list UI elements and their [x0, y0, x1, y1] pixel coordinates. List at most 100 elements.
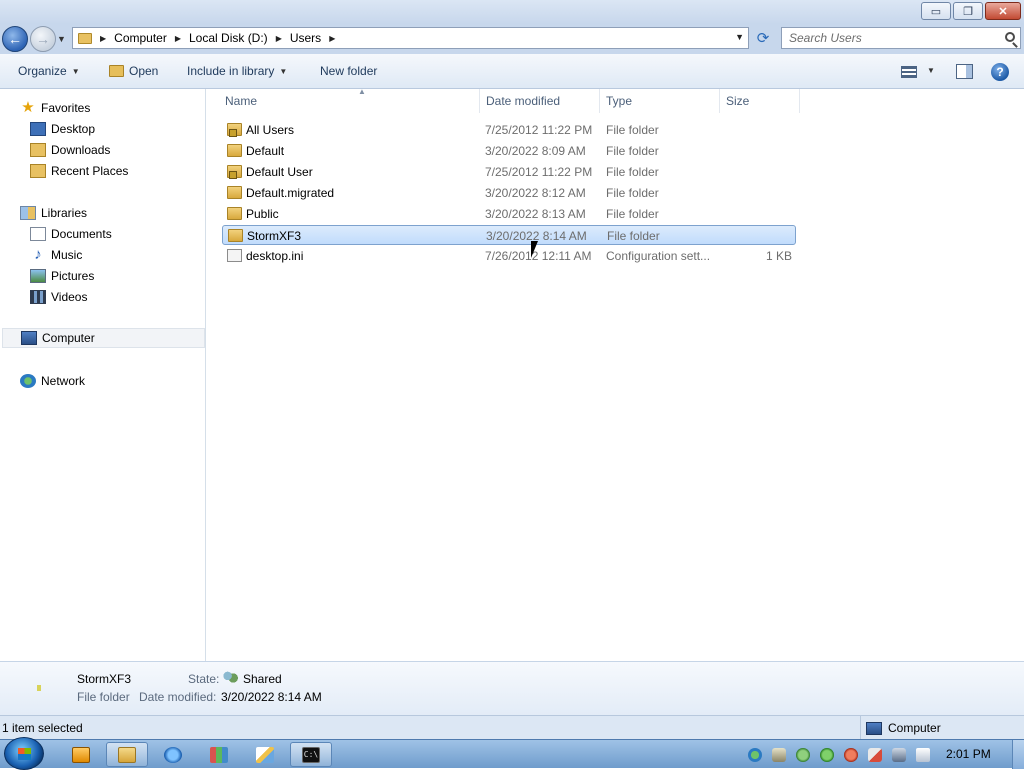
minimize-button[interactable]: ▭: [921, 2, 951, 20]
nav-label: Downloads: [51, 143, 111, 157]
play-icon[interactable]: [820, 748, 834, 762]
details-date-label: Date modified:: [139, 690, 217, 704]
help-icon[interactable]: ?: [991, 63, 1009, 81]
recent-pages-dropdown[interactable]: ▼: [57, 34, 66, 44]
column-label: Size: [726, 94, 750, 108]
file-type: Configuration sett...: [606, 249, 711, 263]
open-button[interactable]: Open: [109, 64, 158, 78]
stack-icon[interactable]: [772, 748, 786, 762]
nav-desktop[interactable]: Desktop: [30, 119, 95, 139]
new-folder-button[interactable]: New folder: [320, 64, 377, 78]
restore-button[interactable]: ❐: [953, 2, 983, 20]
show-desktop-button[interactable]: [1012, 740, 1024, 769]
taskbar-internet-explorer[interactable]: [152, 742, 194, 767]
file-type: File folder: [606, 186, 659, 200]
taskbar-explorer[interactable]: [106, 742, 148, 767]
taskbar-clock[interactable]: 2:01 PM: [946, 747, 991, 761]
file-size: 1 KB: [765, 249, 792, 263]
taskbar-network-tool[interactable]: [198, 742, 240, 767]
breadcrumb-separator-icon[interactable]: ▶: [276, 34, 282, 43]
taskbar-media-player[interactable]: [60, 742, 102, 767]
nav-documents[interactable]: Documents: [30, 224, 112, 244]
navigation-pane: ★ Favorites Desktop Downloads Recent Pla…: [0, 89, 206, 661]
breadcrumb-separator-icon[interactable]: ▶: [329, 34, 335, 43]
nav-favorites[interactable]: ★ Favorites: [20, 98, 90, 118]
refresh-button[interactable]: ⟳: [752, 27, 774, 49]
nav-pictures[interactable]: Pictures: [30, 266, 94, 286]
view-options-dropdown[interactable]: ▼: [927, 66, 935, 75]
close-button[interactable]: ✕: [985, 2, 1021, 20]
file-name: Default: [246, 144, 285, 158]
nav-downloads[interactable]: Downloads: [30, 140, 110, 160]
details-state-label: State:: [188, 672, 220, 686]
file-row[interactable]: desktop.ini 7/26/2012 12:11 AM Configura…: [222, 246, 796, 266]
file-list: ▲ Name Date modified Type Size All Users…: [207, 87, 1024, 661]
address-history-dropdown[interactable]: ▼: [735, 32, 744, 42]
flag-icon[interactable]: [868, 748, 882, 762]
file-name: desktop.ini: [246, 249, 304, 263]
nav-music[interactable]: ♪ Music: [30, 245, 82, 265]
nav-computer[interactable]: Computer: [2, 328, 205, 348]
address-bar[interactable]: ▶ Computer ▶ Local Disk (D:) ▶ Users ▶ ▼: [72, 27, 749, 49]
libraries-icon: [20, 206, 36, 220]
security-alert-icon[interactable]: [844, 748, 858, 762]
nav-label: Favorites: [41, 101, 91, 115]
status-bar: 1 item selected Computer: [0, 715, 1024, 740]
film-strip-icon: [30, 290, 46, 304]
column-header-type[interactable]: Type: [600, 89, 720, 113]
nav-videos[interactable]: Videos: [30, 287, 87, 307]
nav-network[interactable]: Network: [20, 371, 85, 391]
file-date: 7/25/2012 11:22 PM: [485, 123, 593, 137]
file-row-selected[interactable]: StormXF3 3/20/2022 8:14 AM File folder: [222, 225, 796, 245]
file-type: File folder: [606, 165, 659, 179]
network-icon: [20, 374, 36, 388]
breadcrumb-separator-icon[interactable]: ▶: [175, 34, 181, 43]
breadcrumb-local-disk[interactable]: Local Disk (D:): [189, 31, 268, 45]
file-type: File folder: [606, 207, 659, 221]
taskbar-command-prompt[interactable]: C:\: [290, 742, 332, 767]
organize-button[interactable]: Organize ▼: [18, 64, 80, 78]
downloads-folder-icon: [30, 143, 46, 157]
organize-label: Organize: [18, 64, 67, 78]
nav-recent-places[interactable]: Recent Places: [30, 161, 128, 181]
nav-label: Videos: [51, 290, 88, 304]
computer-icon: [21, 331, 37, 345]
folder-icon: [227, 144, 242, 157]
star-icon: ★: [21, 99, 35, 116]
breadcrumb-separator-icon[interactable]: ▶: [100, 34, 106, 43]
status-location-label: Computer: [888, 721, 941, 735]
search-icon[interactable]: [1005, 32, 1015, 42]
change-view-icon[interactable]: [901, 66, 917, 78]
file-row[interactable]: Default 3/20/2022 8:09 AM File folder: [222, 141, 796, 161]
taskbar-paint[interactable]: [244, 742, 286, 767]
file-row[interactable]: Default User 7/25/2012 11:22 PM File fol…: [222, 162, 796, 182]
file-row[interactable]: Public 3/20/2022 8:13 AM File folder: [222, 204, 796, 224]
file-row[interactable]: Default.migrated 3/20/2022 8:12 AM File …: [222, 183, 796, 203]
search-input[interactable]: [782, 28, 992, 48]
start-button[interactable]: [4, 737, 44, 770]
file-row[interactable]: All Users 7/25/2012 11:22 PM File folder: [222, 120, 796, 140]
desktop-icon: [30, 122, 46, 136]
open-label: Open: [129, 64, 159, 78]
file-name: Default User: [246, 165, 313, 179]
folder-icon: [227, 207, 242, 220]
search-box[interactable]: [781, 27, 1021, 49]
back-button[interactable]: ←: [2, 26, 28, 52]
network-status-icon[interactable]: [892, 748, 906, 762]
forward-button[interactable]: →: [30, 26, 56, 52]
nav-label: Pictures: [51, 269, 95, 283]
nav-libraries[interactable]: Libraries: [20, 203, 87, 223]
breadcrumb-users[interactable]: Users: [290, 31, 321, 45]
column-header-date[interactable]: Date modified: [480, 89, 600, 113]
preview-pane-icon[interactable]: [956, 64, 973, 79]
volume-muted-icon[interactable]: [916, 748, 930, 762]
column-header-name[interactable]: ▲ Name: [219, 87, 480, 113]
include-in-library-button[interactable]: Include in library ▼: [187, 64, 287, 78]
breadcrumb-computer[interactable]: Computer: [114, 31, 167, 45]
shield-check-icon[interactable]: [796, 748, 810, 762]
column-label: Name: [225, 94, 258, 108]
network-globe-icon[interactable]: [748, 748, 762, 762]
music-note-icon: ♪: [34, 246, 42, 263]
column-header-size[interactable]: Size: [720, 89, 800, 113]
status-selected-count: 1 item selected: [2, 721, 83, 735]
